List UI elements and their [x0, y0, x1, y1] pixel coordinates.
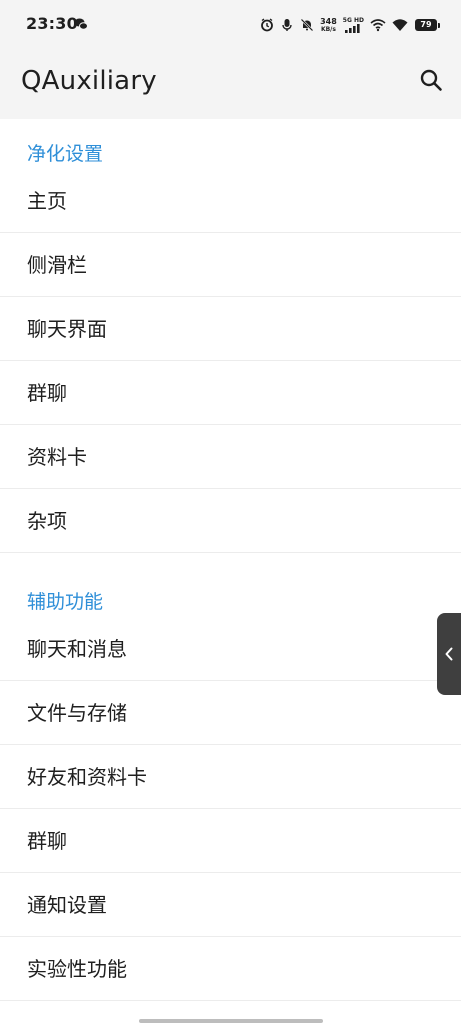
home-indicator[interactable]	[139, 1019, 323, 1023]
microphone-icon	[282, 19, 292, 31]
list-item-notification-settings[interactable]: 通知设置	[0, 873, 461, 937]
wechat-notification-icon	[74, 18, 88, 30]
battery-indicator: 79	[415, 19, 440, 31]
list-item-group-chat[interactable]: 群聊	[0, 361, 461, 425]
chevron-left-icon	[445, 647, 453, 661]
bell-muted-icon	[300, 18, 314, 32]
alarm-icon	[261, 18, 273, 32]
status-time: 23:30	[26, 14, 78, 33]
network-speed: 348 KB/s	[320, 16, 337, 33]
list-item-file-storage[interactable]: 文件与存储	[0, 681, 461, 745]
list-item-side-drawer[interactable]: 侧滑栏	[0, 233, 461, 297]
list-item-profile-card[interactable]: 资料卡	[0, 425, 461, 489]
list-item-homepage[interactable]: 主页	[0, 169, 461, 233]
list-item-chat-messages[interactable]: 聊天和消息	[0, 617, 461, 681]
status-icons: 348 KB/s 5G HD 79	[260, 14, 440, 36]
app-bar: QAuxiliary	[0, 48, 461, 119]
search-button[interactable]	[415, 64, 447, 96]
list-item-chat-interface[interactable]: 聊天界面	[0, 297, 461, 361]
list-item-friends-profile[interactable]: 好友和资料卡	[0, 745, 461, 809]
wifi-icon	[392, 19, 408, 31]
wifi-hotspot-icon	[370, 19, 386, 32]
search-icon	[420, 69, 442, 91]
settings-list: 净化设置 主页 侧滑栏 聊天界面 群聊 资料卡 杂项 辅助功能 聊天和消息 文件…	[0, 119, 461, 1001]
list-item-misc[interactable]: 杂项	[0, 489, 461, 553]
list-item-experimental[interactable]: 实验性功能	[0, 937, 461, 1001]
cellular-signal: 5G HD	[343, 17, 364, 33]
section-header-auxiliary: 辅助功能	[27, 591, 104, 613]
list-item-group-chat-2[interactable]: 群聊	[0, 809, 461, 873]
network-speed-value: 348	[320, 16, 337, 26]
status-bar: 23:30 348 KB/s 5G HD 79	[0, 0, 461, 48]
app-title: QAuxiliary	[21, 66, 157, 96]
edge-panel-handle[interactable]	[437, 613, 461, 695]
network-speed-unit: KB/s	[320, 25, 336, 33]
signal-bars-icon	[345, 23, 360, 33]
section-header-purify: 净化设置	[27, 143, 104, 165]
battery-level: 79	[420, 20, 432, 29]
